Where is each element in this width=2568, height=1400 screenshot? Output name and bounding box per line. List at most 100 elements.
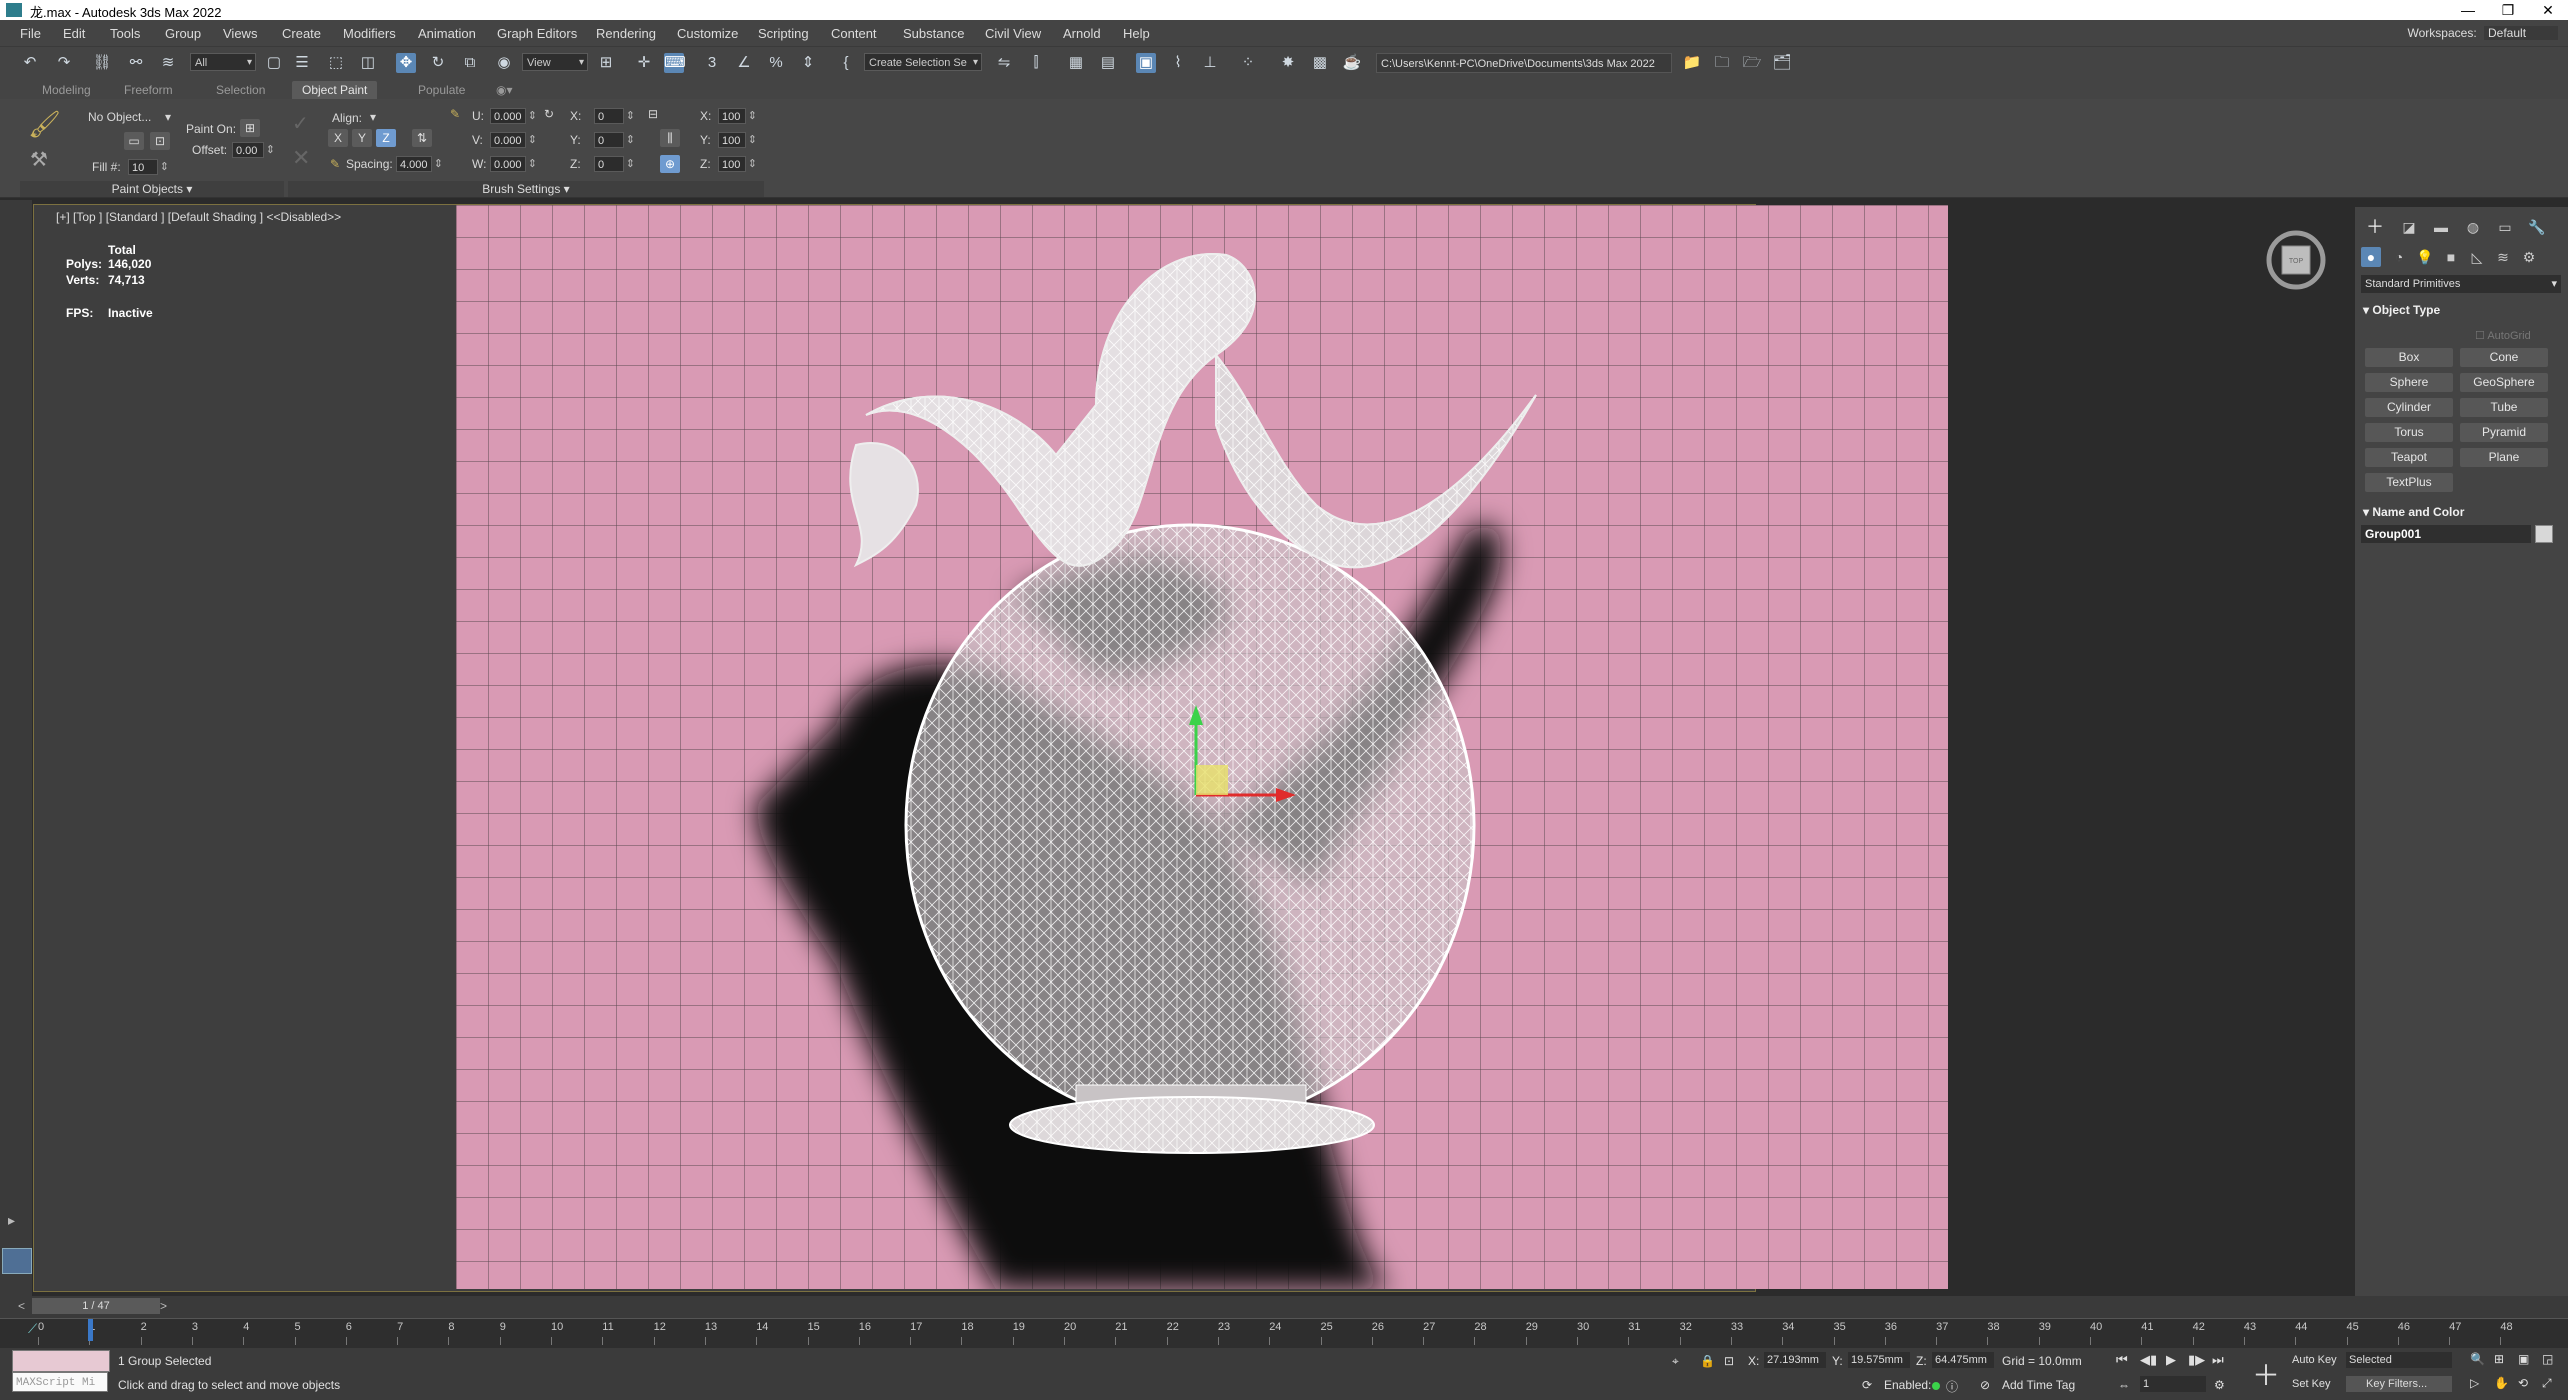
zoom-extents-all-icon[interactable]: ◲ (2542, 1352, 2553, 1366)
scale-z-input[interactable]: 100 (718, 156, 757, 172)
sphere-button[interactable]: Sphere (2365, 373, 2453, 392)
menu-group[interactable]: Group (165, 26, 201, 41)
align-icon[interactable]: ⫿ (1026, 53, 1046, 73)
spinner-snap-icon[interactable]: ⇕ (798, 53, 818, 73)
bind-space-warp-icon[interactable]: ≋ (158, 53, 178, 73)
tab-freeform[interactable]: Freeform (124, 81, 173, 99)
ribbon-toggle-icon[interactable]: ▣ (1136, 53, 1156, 73)
pivot-center-icon[interactable]: ⊞ (596, 53, 616, 73)
geosphere-button[interactable]: GeoSphere (2460, 373, 2548, 392)
select-by-name-icon[interactable]: ☰ (292, 53, 312, 73)
paint-objects-footer[interactable]: Paint Objects ▾ (20, 181, 284, 197)
goto-end-icon[interactable]: ⏭ (2212, 1352, 2224, 1368)
previous-frame-icon[interactable]: ◀▮ (2140, 1352, 2157, 1368)
open-project-icon[interactable]: 🗀 (1712, 53, 1732, 73)
select-and-scale-icon[interactable]: ⧉ (460, 53, 480, 73)
key-mode-dropdown[interactable]: Selected (2346, 1352, 2452, 1368)
current-frame-marker[interactable] (88, 1319, 93, 1341)
info-icon[interactable]: ⓘ (1946, 1378, 1958, 1395)
select-manipulate-icon[interactable]: ✛ (634, 53, 654, 73)
viewport-layout-expand-icon[interactable]: ▸ (8, 1212, 15, 1229)
shapes-icon[interactable]: ◔ (2389, 247, 2409, 267)
link-icon[interactable]: ⛓ (92, 53, 112, 73)
name-and-color-rollout[interactable]: ▾ Name and Color (2363, 505, 2464, 519)
curve-editor-icon[interactable]: ⌇ (1168, 53, 1188, 73)
select-and-place-icon[interactable]: ◉ (494, 53, 514, 73)
teapot-button[interactable]: Teapot (2365, 448, 2453, 467)
menu-edit[interactable]: Edit (63, 26, 85, 41)
geometry-icon[interactable]: ● (2361, 247, 2381, 267)
align-axis-x[interactable]: X (328, 129, 348, 147)
reference-coordinate-dropdown[interactable]: View (522, 53, 588, 72)
menu-modifiers[interactable]: Modifiers (343, 26, 396, 41)
v-input[interactable]: 0.000 (490, 132, 537, 148)
project-path-dropdown[interactable]: C:\Users\Kennt-PC\OneDrive\Documents\3ds… (1376, 53, 1672, 73)
tab-selection[interactable]: Selection (216, 81, 265, 99)
viewcube-icon[interactable]: TOP (2266, 230, 2326, 290)
unlink-icon[interactable]: ⚯ (126, 53, 146, 73)
helpers-icon[interactable]: ◺ (2467, 247, 2487, 267)
menu-tools[interactable]: Tools (110, 26, 140, 41)
edit-named-selection-icon[interactable]: { (836, 53, 856, 73)
scale-y-input[interactable]: 100 (718, 132, 757, 148)
menu-substance[interactable]: Substance (903, 26, 964, 41)
track-bar[interactable]: ⟋ 01234567891011121314151617181920212223… (0, 1318, 2568, 1349)
menu-customize[interactable]: Customize (677, 26, 738, 41)
cancel-x-icon[interactable]: ✕ (292, 145, 310, 171)
paint-brush-icon[interactable]: 🖌 (28, 109, 61, 140)
isolate-selection-icon[interactable]: ⌖ (1672, 1354, 1679, 1369)
scene-explorer-icon[interactable]: ▦ (1066, 53, 1086, 73)
menu-civil-view[interactable]: Civil View (985, 26, 1041, 41)
current-frame-input[interactable]: 1 (2140, 1376, 2206, 1392)
render-setup-icon[interactable]: ✸ (1278, 53, 1298, 73)
tab-object-paint[interactable]: Object Paint (292, 81, 378, 99)
next-frame-icon[interactable]: ▮▶ (2188, 1352, 2205, 1368)
rotate-x-input[interactable]: 0 (594, 108, 635, 124)
set-project-folder-icon[interactable]: 🗂 (1772, 53, 1792, 73)
undo-icon[interactable]: ↶ (20, 53, 40, 73)
utilities-tab-icon[interactable]: 🔧 (2527, 217, 2547, 237)
rectangular-selection-icon[interactable]: ⬚ (326, 53, 346, 73)
w-input[interactable]: 0.000 (490, 156, 537, 172)
x-coord-input[interactable]: 27.193mm (1764, 1352, 1826, 1368)
menu-views[interactable]: Views (223, 26, 257, 41)
paint-on-icon[interactable]: ⊞ (240, 119, 260, 137)
menu-animation[interactable]: Animation (418, 26, 476, 41)
workspaces-selector[interactable]: Workspaces: Default (2408, 26, 2558, 40)
cone-button[interactable]: Cone (2460, 348, 2548, 367)
percent-snap-icon[interactable]: % (766, 53, 786, 73)
scale-x-input[interactable]: 100 (718, 108, 757, 124)
fill-grid-icon[interactable]: ⊡ (150, 132, 170, 150)
object-name-input[interactable]: Group001 (2361, 525, 2531, 543)
menu-arnold[interactable]: Arnold (1063, 26, 1101, 41)
fill-icon[interactable]: ▭ (124, 132, 144, 150)
pyramid-button[interactable]: Pyramid (2460, 423, 2548, 442)
display-tab-icon[interactable]: ▭ (2495, 217, 2515, 237)
adaptive-degradation-icon[interactable]: ⟳ (1862, 1378, 1872, 1392)
maxscript-input[interactable]: MAXScript Mi (12, 1372, 108, 1392)
scale-lock-icon[interactable]: ⊕ (660, 155, 680, 173)
scale-uniform-icon[interactable]: ⫼ (660, 129, 680, 147)
play-icon[interactable]: ▶ (2166, 1352, 2176, 1368)
time-config-arrows-icon[interactable]: ⇔ (2118, 1378, 2130, 1392)
selection-lock-icon[interactable]: 🔒 (1700, 1354, 1715, 1368)
time-slider-prev-icon[interactable]: < (18, 1299, 25, 1313)
object-type-rollout[interactable]: ▾ Object Type (2363, 303, 2440, 317)
select-and-move-icon[interactable]: ✥ (396, 53, 416, 73)
systems-icon[interactable]: ⚙ (2519, 247, 2539, 267)
time-slider[interactable]: < 1 / 47 > (0, 1296, 2568, 1318)
rotate-y-input[interactable]: 0 (594, 132, 635, 148)
select-and-rotate-icon[interactable]: ↻ (428, 53, 448, 73)
object-color-swatch[interactable] (2535, 525, 2553, 543)
orbit-icon[interactable]: ⟲ (2518, 1376, 2528, 1390)
lights-icon[interactable]: 💡 (2415, 247, 2435, 267)
zoom-icon[interactable]: 🔍 (2470, 1352, 2485, 1366)
maximize-viewport-icon[interactable]: ⤢ (2542, 1376, 2552, 1391)
absolute-mode-icon[interactable]: ⊡ (1724, 1354, 1734, 1368)
viewport-image-plane[interactable] (456, 205, 1948, 1289)
plane-button[interactable]: Plane (2460, 448, 2548, 467)
tab-modeling[interactable]: Modeling (42, 81, 91, 99)
align-axis-z[interactable]: Z (376, 129, 396, 147)
torus-button[interactable]: Torus (2365, 423, 2453, 442)
layer-explorer-icon[interactable]: ▤ (1098, 53, 1118, 73)
